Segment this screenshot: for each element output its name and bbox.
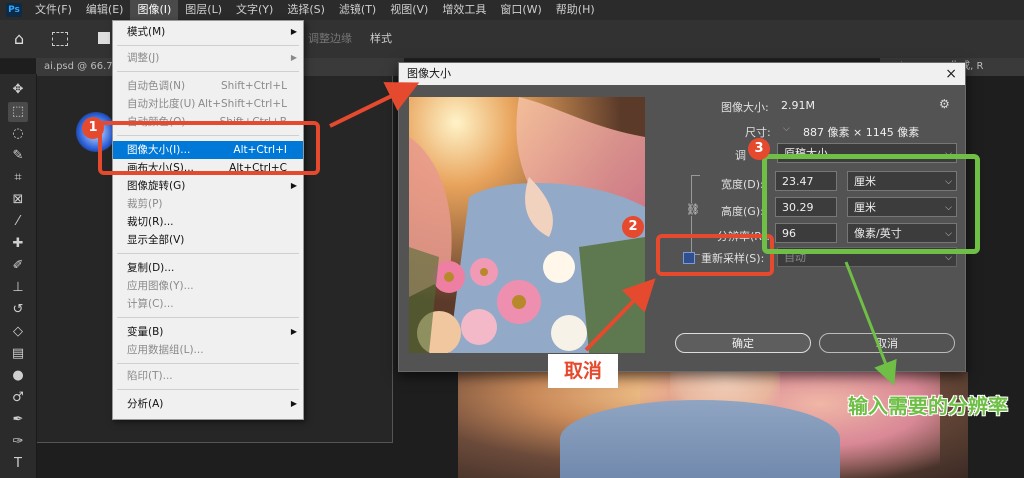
menu-item-variables[interactable]: 变量(B) ▶: [113, 323, 303, 341]
menu-window[interactable]: 窗口(W): [493, 0, 548, 20]
marquee-option-icon[interactable]: [52, 32, 68, 46]
canvas-gap: [396, 372, 458, 478]
dimensions-value: 887 像素 × 1145 像素: [803, 126, 920, 139]
quick-select-tool-icon[interactable]: ✎: [8, 146, 28, 166]
history-brush-tool-icon[interactable]: ↺: [8, 300, 28, 320]
eyedropper-tool-icon[interactable]: ⁄: [8, 212, 28, 232]
dialog-titlebar[interactable]: 图像大小 ×: [399, 63, 965, 85]
menu-item-auto-tone[interactable]: 自动色调(N) Shift+Ctrl+L: [113, 77, 303, 95]
menu-item-adjustments[interactable]: 调整(J) ▶: [113, 49, 303, 67]
lasso-tool-icon[interactable]: ◌: [8, 124, 28, 144]
menu-item-apply-data-set[interactable]: 应用数据组(L)...: [113, 341, 303, 359]
height-label: 高度(G):: [721, 205, 764, 218]
menu-item-calculations[interactable]: 计算(C)...: [113, 295, 303, 313]
annotation-highlight-resample: [656, 234, 774, 276]
menu-item-auto-contrast[interactable]: 自动对比度(U) Alt+Shift+Ctrl+L: [113, 95, 303, 113]
eraser-tool-icon[interactable]: ◇: [8, 322, 28, 342]
stamp-tool-icon[interactable]: ⊥: [8, 278, 28, 298]
menu-item-trim[interactable]: 裁切(R)...: [113, 213, 303, 231]
gear-icon[interactable]: ⚙: [939, 97, 950, 111]
photoshop-logo: Ps: [6, 3, 22, 17]
annotation-cancel-note: 取消: [548, 354, 618, 388]
brush-tool-icon[interactable]: ✐: [8, 256, 28, 276]
menubar: Ps 文件(F) 编辑(E) 图像(I) 图层(L) 文字(Y) 选择(S) 滤…: [0, 0, 1024, 20]
width-label: 宽度(D):: [721, 178, 764, 191]
cancel-button[interactable]: 取消: [819, 333, 955, 353]
style-label: 样式: [370, 32, 392, 45]
menu-plugins[interactable]: 增效工具: [435, 0, 493, 20]
menu-select[interactable]: 选择(S): [280, 0, 332, 20]
fit-to-label: 调: [735, 149, 746, 162]
annotation-badge-2: 2: [622, 216, 644, 238]
chevron-down-icon[interactable]: ⌵: [783, 124, 790, 134]
annotation-highlight-size-fields: [762, 154, 980, 254]
menu-item-reveal-all[interactable]: 显示全部(V): [113, 231, 303, 249]
frame-tool-icon[interactable]: ⊠: [8, 190, 28, 210]
menu-separator: [117, 45, 299, 46]
marquee-tool-icon[interactable]: ⬚: [8, 102, 28, 122]
dodge-tool-icon[interactable]: ♂: [8, 388, 28, 408]
menu-item-mode[interactable]: 模式(M) ▶: [113, 23, 303, 41]
preview-image-art: [409, 97, 645, 353]
image-preview[interactable]: [409, 97, 645, 353]
menu-separator: [117, 363, 299, 364]
annotation-resolution-note: 输入需要的分辨率: [848, 394, 1008, 418]
menu-view[interactable]: 视图(V): [383, 0, 435, 20]
dialog-title: 图像大小: [407, 67, 451, 80]
menu-edit[interactable]: 编辑(E): [79, 0, 131, 20]
menu-layer[interactable]: 图层(L): [178, 0, 229, 20]
menu-help[interactable]: 帮助(H): [549, 0, 602, 20]
image-size-value: 2.91M: [781, 99, 815, 112]
gradient-tool-icon[interactable]: ▤: [8, 344, 28, 364]
menu-item-analysis[interactable]: 分析(A) ▶: [113, 395, 303, 413]
menu-filter[interactable]: 滤镜(T): [332, 0, 383, 20]
pen-tool-alt-icon[interactable]: ✑: [8, 432, 28, 452]
close-icon[interactable]: ×: [945, 63, 957, 85]
new-selection-icon[interactable]: [98, 32, 110, 44]
refine-edge-button[interactable]: 调整边缘: [300, 28, 360, 50]
menu-item-image-rotation[interactable]: 图像旋转(G) ▶: [113, 177, 303, 195]
image-size-label: 图像大小:: [721, 101, 769, 114]
menu-image[interactable]: 图像(I): [130, 0, 179, 20]
annotation-highlight-image-size: [98, 121, 320, 175]
type-tool-icon[interactable]: T: [8, 454, 28, 474]
menu-separator: [117, 317, 299, 318]
menu-type[interactable]: 文字(Y): [229, 0, 280, 20]
annotation-badge-3: 3: [748, 138, 770, 160]
blur-tool-icon[interactable]: ●: [8, 366, 28, 386]
menu-separator: [117, 253, 299, 254]
annotation-badge-1: 1: [82, 117, 104, 139]
chain-link-icon[interactable]: ⛓: [686, 203, 700, 216]
canvas-image-sweater: [560, 400, 840, 478]
menu-separator: [117, 389, 299, 390]
home-icon[interactable]: ⌂: [14, 30, 34, 48]
move-tool-icon[interactable]: ✥: [8, 80, 28, 100]
healing-tool-icon[interactable]: ✚: [8, 234, 28, 254]
menu-item-crop[interactable]: 裁剪(P): [113, 195, 303, 213]
menu-item-apply-image[interactable]: 应用图像(Y)...: [113, 277, 303, 295]
ok-button[interactable]: 确定: [675, 333, 811, 353]
pen-tool-icon[interactable]: ✒: [8, 410, 28, 430]
menu-item-trap[interactable]: 陷印(T)...: [113, 367, 303, 385]
menu-file[interactable]: 文件(F): [28, 0, 79, 20]
image-menu-dropdown: 模式(M) ▶ 调整(J) ▶ 自动色调(N) Shift+Ctrl+L 自动对比度(…: [112, 20, 304, 420]
menu-item-duplicate[interactable]: 复制(D)...: [113, 259, 303, 277]
tools-panel: ✥ ⬚ ◌ ✎ ⌗ ⊠ ⁄ ✚ ✐ ⊥ ↺ ◇ ▤ ● ♂ ✒ ✑ T: [0, 74, 37, 478]
menu-separator: [117, 71, 299, 72]
crop-tool-icon[interactable]: ⌗: [8, 168, 28, 188]
